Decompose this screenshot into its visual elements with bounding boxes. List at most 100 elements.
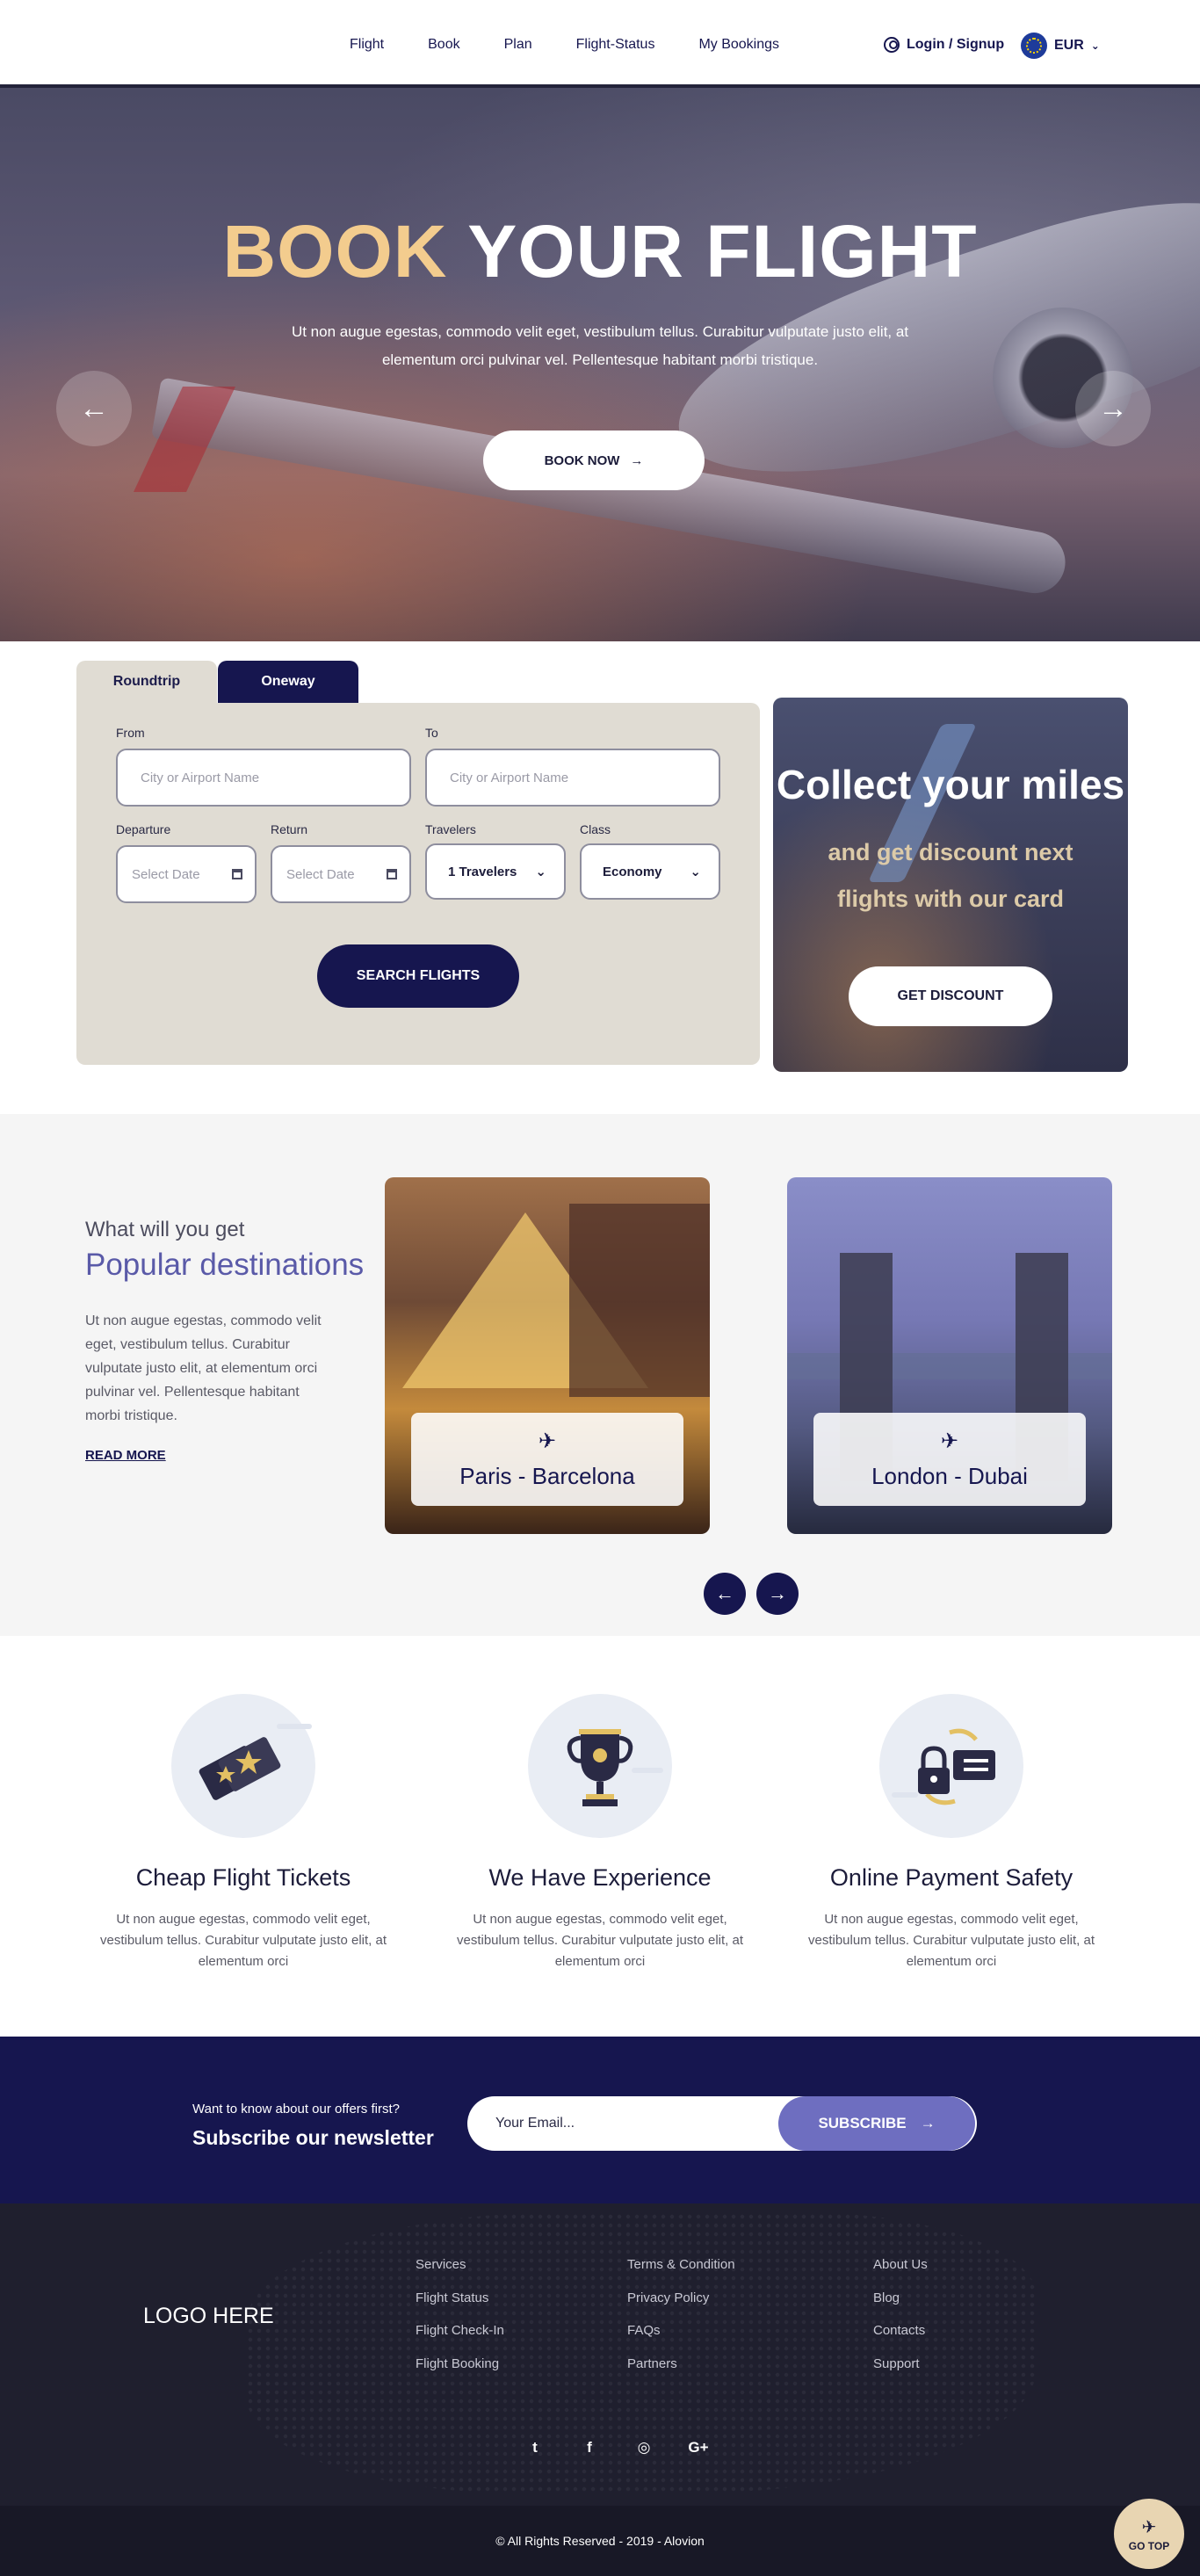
ticket-icon: [171, 1694, 315, 1838]
feature-text: Ut non augue egestas, commodo velit eget…: [100, 1912, 387, 1969]
trophy-icon-graphic: [567, 1729, 663, 1806]
from-input[interactable]: City or Airport Name: [116, 749, 411, 807]
feature-title: Cheap Flight Tickets: [135, 1864, 351, 1891]
footer-link[interactable]: Contacts: [873, 2320, 928, 2354]
arrow-right-icon: →: [630, 452, 644, 468]
google-plus-icon[interactable]: G+: [671, 2439, 726, 2457]
footer-link[interactable]: Privacy Policy: [627, 2288, 735, 2321]
currency-selector[interactable]: EUR ⌄: [1021, 33, 1100, 59]
nav-plan[interactable]: Plan: [504, 37, 532, 53]
nav-book[interactable]: Book: [428, 37, 459, 53]
airplane-icon: ✈: [538, 1429, 557, 1453]
destination-card-london[interactable]: ✈ London - Dubai: [787, 1177, 1112, 1534]
footer-link[interactable]: About Us: [873, 2254, 928, 2288]
go-top-button[interactable]: ✈ GO TOP: [1114, 2499, 1184, 2569]
nav-flight-status[interactable]: Flight-Status: [576, 37, 655, 53]
tab-oneway[interactable]: Oneway: [218, 661, 358, 703]
destinations-title: Popular destinations: [85, 1248, 365, 1282]
go-top-label: GO TOP: [1128, 2539, 1170, 2552]
hero-next-button[interactable]: →: [1075, 371, 1151, 446]
travelers-label: Travelers: [425, 822, 476, 836]
footer-link[interactable]: FAQs: [627, 2320, 735, 2354]
promo-title: Collect your miles: [776, 762, 1125, 807]
secure-payment-icon-graphic: [892, 1728, 995, 1805]
footer-links-legal: Terms & Condition Privacy Policy FAQs Pa…: [627, 2254, 735, 2386]
ticket-icon-graphic: [199, 1724, 312, 1800]
footer-links-company: About Us Blog Contacts Support: [873, 2254, 928, 2386]
destinations-text: Ut non augue egestas, commodo velit eget…: [85, 1313, 322, 1423]
arrow-right-icon: →: [1098, 391, 1128, 425]
instagram-icon[interactable]: ◎: [617, 2439, 671, 2457]
departure-date-input[interactable]: Select Date: [116, 845, 257, 903]
hero-text: Ut non augue egestas, commodo velit eget…: [291, 323, 909, 368]
destinations-next-button[interactable]: →: [756, 1573, 799, 1615]
hero-title-accent: BOOK: [222, 210, 448, 293]
eu-flag-icon: [1021, 33, 1047, 59]
calendar-icon: [387, 869, 397, 879]
newsletter-title: Subscribe our newsletter: [192, 2126, 434, 2149]
class-label: Class: [580, 822, 611, 836]
footer-link[interactable]: Flight Status: [416, 2288, 504, 2321]
chevron-down-icon: ⌄: [1090, 40, 1100, 52]
read-more-link[interactable]: READ MORE: [85, 1448, 166, 1463]
login-link[interactable]: Login / Signup: [884, 37, 1004, 53]
book-now-button[interactable]: BOOK NOW →: [483, 431, 705, 490]
copyright-bar: © All Rights Reserved - 2019 - Alovion: [0, 2506, 1200, 2576]
travelers-select[interactable]: 1 Travelers ⌄: [425, 843, 566, 900]
chevron-down-icon: ⌄: [535, 865, 546, 879]
hero-title-rest: YOUR FLIGHT: [467, 210, 978, 293]
to-placeholder: City or Airport Name: [450, 770, 569, 785]
promo-subtitle: and get discount next flights with our c…: [828, 839, 1073, 912]
subscribe-button[interactable]: SUBSCRIBE →: [778, 2096, 975, 2151]
footer-link[interactable]: Flight Check-In: [416, 2320, 504, 2354]
facebook-icon[interactable]: f: [562, 2439, 617, 2457]
footer-link[interactable]: Partners: [627, 2354, 735, 2387]
chevron-down-icon: ⌄: [690, 865, 701, 879]
site-footer: LOGO HERE Services Flight Status Flight …: [0, 2203, 1200, 2506]
destinations-prev-button[interactable]: ←: [704, 1573, 746, 1615]
feature-text: Ut non augue egestas, commodo velit eget…: [808, 1912, 1095, 1969]
search-flights-button[interactable]: SEARCH FLIGHTS: [317, 944, 519, 1008]
destination-name: London - Dubai: [871, 1463, 1028, 1489]
feature-title: Online Payment Safety: [829, 1864, 1073, 1891]
site-header: Flight Book Plan Flight-Status My Bookin…: [0, 0, 1200, 88]
feature-experience: We Have Experience Ut non augue egestas,…: [455, 1694, 745, 1972]
footer-link[interactable]: Support: [873, 2354, 928, 2387]
subscribe-label: SUBSCRIBE: [818, 2115, 907, 2131]
feature-payment-safety: Online Payment Safety Ut non augue egest…: [806, 1694, 1096, 1972]
nav-flight[interactable]: Flight: [350, 37, 384, 53]
calendar-icon: [232, 869, 242, 879]
nav-my-bookings[interactable]: My Bookings: [698, 37, 779, 53]
miles-promo-card: Collect your miles and get discount next…: [773, 698, 1128, 1072]
footer-links-services: Services Flight Status Flight Check-In F…: [416, 2254, 504, 2386]
flight-search-form: From City or Airport Name To City or Air…: [76, 703, 760, 1065]
tab-roundtrip[interactable]: Roundtrip: [76, 661, 217, 703]
popular-destinations-section: What will you get Popular destinations U…: [0, 1114, 1200, 1636]
footer-link[interactable]: Blog: [873, 2288, 928, 2321]
arrow-right-icon: →: [768, 1582, 787, 1604]
feature-title: We Have Experience: [488, 1864, 712, 1891]
newsletter-section: Want to know about our offers first? Sub…: [0, 2037, 1200, 2203]
return-placeholder: Select Date: [286, 866, 355, 882]
return-date-input[interactable]: Select Date: [271, 845, 411, 903]
arrow-left-icon: ←: [79, 391, 109, 425]
footer-link[interactable]: Services: [416, 2254, 504, 2288]
airplane-icon: ✈: [1141, 2517, 1157, 2537]
email-placeholder: Your Email...: [495, 2116, 575, 2131]
get-discount-button[interactable]: GET DISCOUNT: [849, 966, 1052, 1026]
book-now-label: BOOK NOW: [544, 452, 620, 468]
user-icon: [884, 37, 900, 53]
secure-payment-icon: [879, 1694, 1023, 1838]
destinations-kicker: What will you get: [85, 1218, 245, 1241]
twitter-icon[interactable]: t: [508, 2439, 562, 2457]
hero-prev-button[interactable]: ←: [56, 371, 132, 446]
footer-link[interactable]: Terms & Condition: [627, 2254, 735, 2288]
to-input[interactable]: City or Airport Name: [425, 749, 720, 807]
return-label: Return: [271, 822, 308, 836]
footer-logo[interactable]: LOGO HERE: [143, 2304, 274, 2329]
class-select[interactable]: Economy ⌄: [580, 843, 720, 900]
departure-placeholder: Select Date: [132, 866, 200, 882]
destination-card-paris[interactable]: ✈ Paris - Barcelona: [385, 1177, 710, 1534]
footer-link[interactable]: Flight Booking: [416, 2354, 504, 2387]
destination-name: Paris - Barcelona: [459, 1463, 635, 1489]
